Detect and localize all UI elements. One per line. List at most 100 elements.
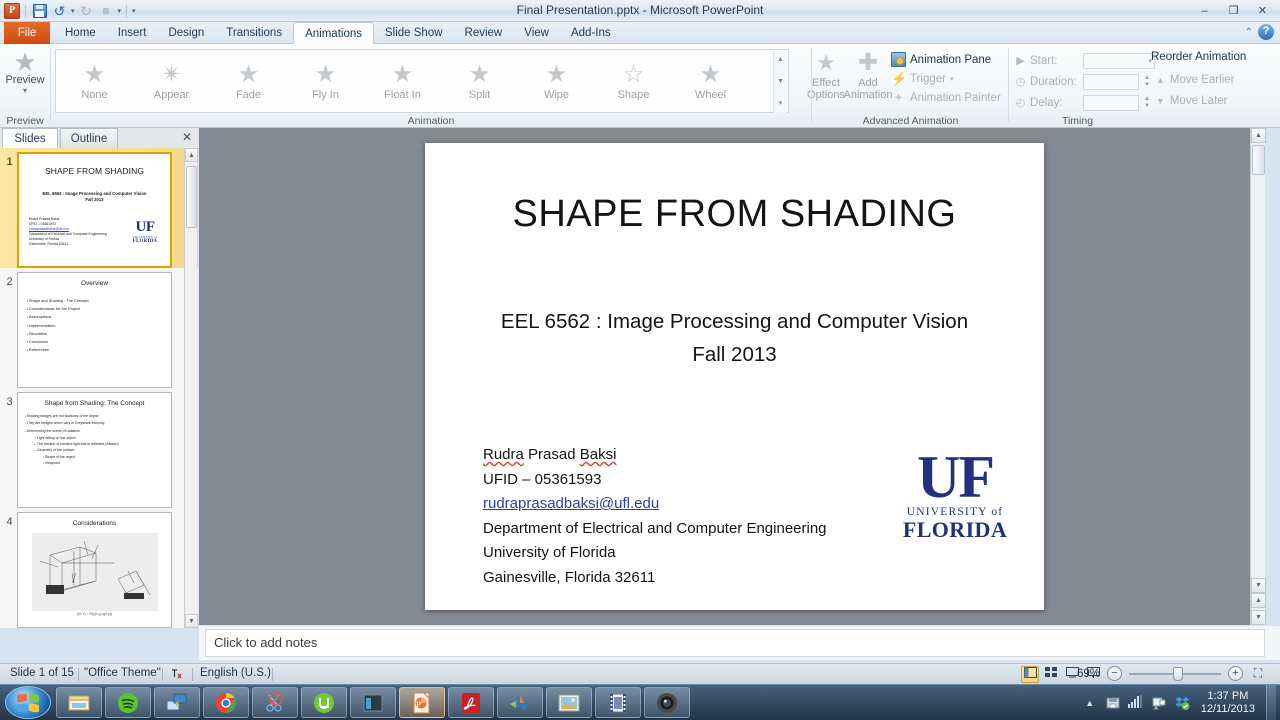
gallery-scrollbar[interactable]: ▲ ▼ ▾ bbox=[773, 51, 787, 113]
email-link[interactable]: rudraprasadbaksi@ufl.edu bbox=[483, 492, 827, 517]
tab-add-ins[interactable]: Add-Ins bbox=[560, 22, 622, 44]
move-later-button[interactable]: ▼ Move Later bbox=[1156, 95, 1227, 107]
zoom-slider[interactable] bbox=[1129, 666, 1221, 681]
tab-animations[interactable]: Animations bbox=[293, 22, 374, 44]
slide-title[interactable]: SHAPE FROM SHADING bbox=[465, 193, 1004, 236]
duration-input[interactable] bbox=[1083, 74, 1139, 90]
delay-input[interactable] bbox=[1083, 95, 1139, 111]
powerpoint-icon[interactable]: P bbox=[399, 687, 445, 718]
slide-area-scrollbar[interactable]: ▲ ▼ ▲ ▼ bbox=[1250, 128, 1266, 625]
adobe-reader-icon[interactable] bbox=[448, 687, 494, 718]
spotify-icon[interactable] bbox=[105, 687, 151, 718]
scrollbar-thumb[interactable] bbox=[186, 166, 197, 228]
photo-viewer-icon[interactable] bbox=[546, 687, 592, 718]
uf-logo[interactable]: UF UNIVERSITY of FLORIDA bbox=[896, 447, 1014, 541]
minimize-button[interactable]: – bbox=[1191, 2, 1218, 20]
tab-insert[interactable]: Insert bbox=[107, 22, 158, 44]
preview-dropdown-caret[interactable]: ▾ bbox=[3, 86, 47, 95]
utorrent-icon[interactable] bbox=[301, 687, 347, 718]
collapse-ribbon-icon[interactable]: ⌃ bbox=[1245, 27, 1253, 38]
move-earlier-button[interactable]: ▲ Move Earlier bbox=[1156, 74, 1234, 86]
gallery-more-icon[interactable]: ▾ bbox=[779, 95, 783, 113]
window-app-icon[interactable] bbox=[350, 687, 396, 718]
animation-none[interactable]: ★ None bbox=[56, 50, 133, 112]
video-player-icon[interactable] bbox=[595, 687, 641, 718]
windows-explorer-icon[interactable] bbox=[56, 687, 102, 718]
action-center-icon[interactable] bbox=[1151, 695, 1167, 711]
network-signal-icon[interactable] bbox=[1127, 695, 1144, 711]
fit-to-window-icon[interactable]: ⛶ bbox=[1250, 666, 1266, 681]
restore-button[interactable]: ❐ bbox=[1220, 2, 1247, 20]
zoom-out-button[interactable]: − bbox=[1107, 666, 1122, 681]
animation-pane-button[interactable]: Animation Pane bbox=[891, 50, 1009, 69]
snipping-tool-icon[interactable] bbox=[252, 687, 298, 718]
tab-transitions[interactable]: Transitions bbox=[215, 22, 293, 44]
close-panel-icon[interactable]: ✕ bbox=[182, 130, 192, 144]
scroll-up-icon[interactable]: ▲ bbox=[1251, 128, 1266, 143]
preview-button[interactable]: ★ Preview ▾ bbox=[3, 48, 47, 95]
scroll-up-icon[interactable]: ▲ bbox=[185, 148, 198, 162]
slide-thumbnail-canvas[interactable]: Overview Shape and Shading : The Concept… bbox=[17, 272, 172, 388]
animation-wheel[interactable]: ★ Wheel bbox=[672, 50, 749, 112]
google-chrome-icon[interactable] bbox=[203, 687, 249, 718]
spell-check-icon[interactable] bbox=[170, 667, 185, 682]
scroll-down-icon[interactable]: ▼ bbox=[1251, 578, 1266, 593]
gallery-scroll-up-icon[interactable]: ▲ bbox=[777, 51, 784, 69]
close-button[interactable]: ✕ bbox=[1249, 2, 1276, 20]
remote-desktop-icon[interactable] bbox=[154, 687, 200, 718]
animation-fly-in[interactable]: ★ Fly In bbox=[287, 50, 364, 112]
animation-fade[interactable]: ★ Fade bbox=[210, 50, 287, 112]
gallery-scroll-down-icon[interactable]: ▼ bbox=[777, 73, 784, 91]
slide-subtitle[interactable]: EEL 6562 : Image Processing and Computer… bbox=[455, 305, 1014, 371]
trigger-button[interactable]: ⚡ Trigger ▾ bbox=[891, 69, 1009, 88]
safely-remove-hardware-icon[interactable] bbox=[1105, 695, 1121, 711]
slide-thumbnail-2[interactable]: 2 Overview Shape and Shading : The Conce… bbox=[0, 268, 198, 388]
help-icon[interactable]: ? bbox=[1258, 24, 1274, 40]
slide-thumbnail-1[interactable]: 1 SHAPE FROM SHADING EEL 6562 : Image Pr… bbox=[0, 148, 198, 268]
slide-thumbnail-list[interactable]: 1 SHAPE FROM SHADING EEL 6562 : Image Pr… bbox=[0, 148, 198, 628]
scroll-down-icon[interactable]: ▼ bbox=[185, 614, 198, 628]
tab-review[interactable]: Review bbox=[454, 22, 514, 44]
slide-thumbnail-canvas[interactable]: Considerations I(X,Y) = R(p(x,y),q(x,y)) bbox=[17, 512, 172, 628]
tab-slide-show[interactable]: Slide Show bbox=[374, 22, 454, 44]
show-hidden-icons-icon[interactable]: ▲ bbox=[1082, 695, 1098, 711]
tab-design[interactable]: Design bbox=[157, 22, 215, 44]
animation-appear[interactable]: ✴ Appear bbox=[133, 50, 210, 112]
slide-thumbnail-canvas[interactable]: Shape from Shading: The Concept Shading … bbox=[17, 392, 172, 508]
normal-view-icon[interactable] bbox=[1021, 666, 1039, 683]
windows-start-orb-icon[interactable] bbox=[5, 686, 51, 719]
start-select[interactable]: ▾ bbox=[1083, 53, 1155, 69]
tab-slides[interactable]: Slides bbox=[2, 128, 58, 148]
slide-counter[interactable]: Slide 1 of 15 bbox=[10, 667, 74, 679]
animation-painter-button[interactable]: ✦ Animation Painter bbox=[891, 88, 1009, 107]
tab-view[interactable]: View bbox=[513, 22, 560, 44]
theme-name[interactable]: "Office Theme" bbox=[84, 667, 161, 679]
taskbar-clock[interactable]: 1:37 PM 12/11/2013 bbox=[1197, 690, 1259, 716]
slide-thumbnail-3[interactable]: 3 Shape from Shading: The Concept Shadin… bbox=[0, 388, 198, 508]
tab-outline[interactable]: Outline bbox=[60, 128, 118, 148]
animation-float-in[interactable]: ★ Float In bbox=[364, 50, 441, 112]
next-slide-icon[interactable]: ▼ bbox=[1251, 610, 1266, 625]
language-indicator[interactable]: English (U.S.) bbox=[200, 667, 271, 679]
show-desktop-button[interactable] bbox=[1266, 685, 1276, 720]
animation-split[interactable]: ★ Split bbox=[441, 50, 518, 112]
slide-sorter-icon[interactable] bbox=[1042, 666, 1060, 683]
tab-home[interactable]: Home bbox=[54, 22, 107, 44]
zoom-level[interactable]: 69% bbox=[1077, 668, 1100, 680]
zoom-in-button[interactable]: + bbox=[1228, 666, 1243, 681]
trigger-caret[interactable]: ▾ bbox=[950, 75, 954, 83]
animation-shape[interactable]: ☆ Shape bbox=[595, 50, 672, 112]
matlab-icon[interactable] bbox=[497, 687, 543, 718]
animation-gallery[interactable]: ★ None ✴ Appear ★ Fade ★ Fly In ★ Float … bbox=[55, 49, 789, 113]
slide-thumbnail-canvas[interactable]: SHAPE FROM SHADING EEL 6562 : Image Proc… bbox=[17, 152, 172, 268]
dropbox-sync-icon[interactable] bbox=[1174, 695, 1190, 711]
previous-slide-icon[interactable]: ▲ bbox=[1251, 593, 1266, 608]
slides-panel-scrollbar[interactable]: ▲ ▼ bbox=[184, 148, 198, 628]
scrollbar-thumb[interactable] bbox=[1252, 145, 1265, 175]
slide-author-block[interactable]: Rudra Prasad Baksi UFID – 05361593 rudra… bbox=[483, 443, 827, 590]
notes-input[interactable]: Click to add notes bbox=[205, 629, 1265, 657]
current-slide[interactable]: SHAPE FROM SHADING EEL 6562 : Image Proc… bbox=[425, 143, 1044, 610]
animation-wipe[interactable]: ★ Wipe bbox=[518, 50, 595, 112]
camera-icon[interactable] bbox=[644, 687, 690, 718]
tab-file[interactable]: File bbox=[4, 22, 50, 44]
